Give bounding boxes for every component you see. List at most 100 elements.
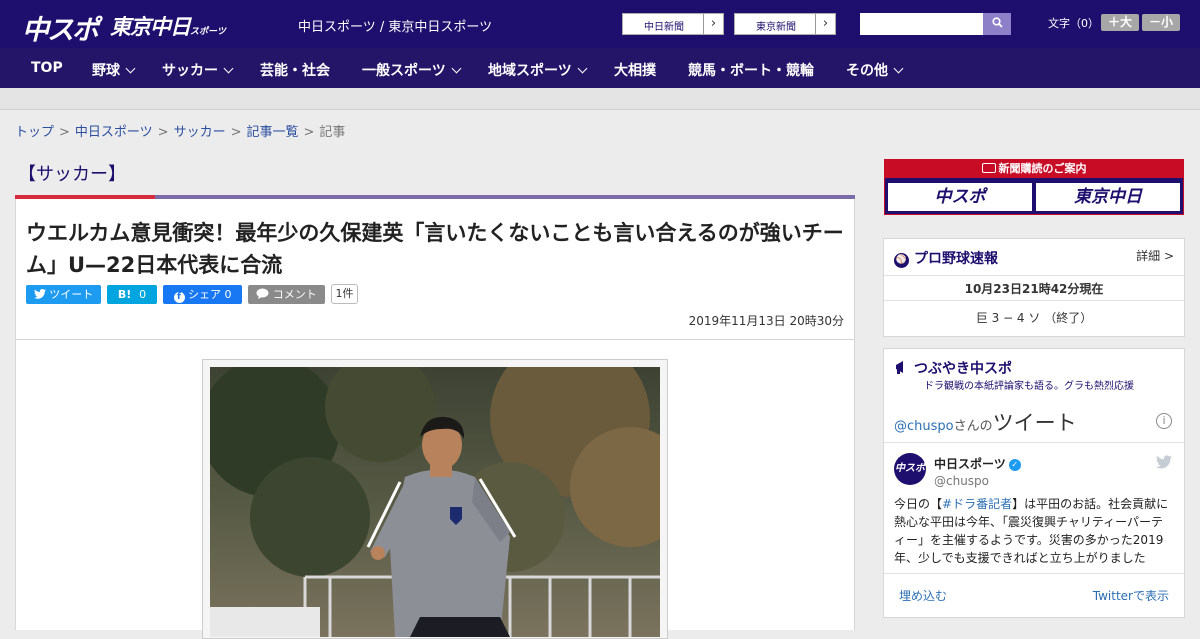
baseball-icon: ⚾: [894, 253, 909, 268]
accent-line: [15, 195, 155, 199]
chevron-down-icon: [223, 63, 234, 74]
chuspo-logo[interactable]: 中スポ: [22, 8, 99, 47]
view-on-twitter-link[interactable]: Twitterで表示: [1093, 587, 1169, 604]
facebook-share-button[interactable]: f シェア 0: [163, 285, 242, 304]
nav-item-label: 芸能・社会: [260, 63, 330, 79]
hatena-count: 0: [139, 288, 147, 301]
chevron-down-icon: [577, 63, 588, 74]
tweet-text: 今日の【#ドラ番記者】は平田のお話。社会貢献に熱心な平田は今年、「震災復興チャリ…: [894, 495, 1174, 569]
article-category: 【サッカー】: [18, 164, 126, 185]
article-headline: ウエルカム意見衝突！最年少の久保建英「言いたくないことも言い合えるのが強いチーム…: [26, 221, 844, 277]
breadcrumb-separator: >: [230, 125, 242, 140]
newspaper-icon: [981, 163, 996, 173]
twitter-timeline-header: @chuspoさんのツイート: [894, 407, 1077, 437]
tweet-button[interactable]: ツイート: [26, 285, 101, 304]
twitter-bird-icon[interactable]: [1156, 455, 1172, 469]
baseball-detail-link[interactable]: 詳細 >: [1136, 247, 1174, 264]
search-icon: [991, 17, 1003, 28]
paper-link-label: 中日新聞: [644, 22, 684, 33]
divider: [884, 442, 1184, 443]
nav-item-label: 大相撲: [614, 63, 656, 79]
accent-line: [155, 195, 855, 199]
subscribe-chuspo-logo[interactable]: 中スポ: [888, 183, 1032, 211]
speech-bubble-icon: [256, 288, 269, 299]
sub-nav-bar: [0, 88, 1200, 110]
chevron-right-icon: ›: [703, 14, 723, 34]
article-photo[interactable]: [210, 367, 660, 637]
tweet-account-handle[interactable]: @chuspo: [934, 474, 989, 488]
comment-count[interactable]: 1件: [331, 284, 358, 304]
breadcrumb-article-list[interactable]: 記事一覧: [247, 125, 299, 140]
nav-item-racing[interactable]: 競馬・ボート・競輪: [688, 60, 814, 80]
breadcrumb-top[interactable]: トップ: [15, 125, 54, 140]
tweets-panel-title: つぶやき中スポ: [894, 358, 1012, 378]
nav-item-label: その他: [846, 63, 888, 79]
embed-link[interactable]: 埋め込む: [899, 587, 947, 604]
nav-item-general-sports[interactable]: 一般スポーツ: [362, 60, 462, 80]
subscription-title: 新聞購読のご案内: [885, 160, 1183, 178]
nav-item-top[interactable]: TOP: [31, 60, 63, 76]
nav-item-label: 地域スポーツ: [488, 63, 572, 79]
facebook-share-label: シェア 0: [188, 288, 232, 301]
verified-badge-icon: ✓: [1008, 459, 1021, 471]
timeline-handle-suffix: さんの: [953, 419, 993, 434]
facebook-icon: f: [173, 292, 185, 303]
nav-item-label: 一般スポーツ: [362, 63, 446, 79]
divider: [884, 275, 1184, 276]
font-smaller-button[interactable]: －小: [1142, 14, 1180, 31]
megaphone-icon: [896, 361, 903, 374]
nav-item-label: TOP: [31, 60, 63, 76]
breadcrumb: トップ > 中日スポーツ > サッカー > 記事一覧 > 記事: [15, 121, 345, 140]
chuspo-avatar[interactable]: 中スポ: [894, 453, 926, 485]
breadcrumb-separator: >: [59, 125, 70, 140]
paper-link-label: 東京新聞: [756, 22, 796, 33]
tokyo-logo-text: 東京中日: [110, 15, 191, 39]
breadcrumb-chunichi-sports[interactable]: 中日スポーツ: [75, 125, 153, 140]
tokyo-chunichi-logo[interactable]: 東京中日スポーツ: [110, 11, 226, 41]
breadcrumb-soccer[interactable]: サッカー: [174, 125, 226, 140]
divider: [884, 300, 1184, 301]
comment-button[interactable]: コメント: [248, 285, 325, 304]
chevron-right-icon: ›: [815, 14, 835, 34]
nav-item-local-sports[interactable]: 地域スポーツ: [488, 60, 588, 80]
baseball-panel-title: ⚾ プロ野球速報: [894, 248, 998, 268]
baseball-scores-panel: ⚾ プロ野球速報 詳細 > 10月23日21時42分現在 巨 3 − 4 ソ （終…: [883, 238, 1185, 337]
baseball-title-text: プロ野球速報: [914, 251, 998, 267]
nav-item-soccer[interactable]: サッカー: [162, 60, 234, 80]
tokyo-shimbun-link[interactable]: 東京新聞 ›: [734, 13, 836, 35]
player-photo-illustration: [210, 367, 660, 637]
nav-item-other[interactable]: その他: [846, 60, 904, 80]
font-bigger-button[interactable]: ＋大: [1101, 14, 1139, 31]
tweets-panel: つぶやき中スポ ドラ観戦の本紙評論家も語る。グラも熱烈応援 @chuspoさんの…: [883, 348, 1185, 618]
tokyo-logo-small: スポーツ: [190, 27, 226, 37]
newspaper-subscription-banner[interactable]: 新聞購読のご案内 中スポ 東京中日: [884, 159, 1184, 215]
tweet-account-name[interactable]: 中日スポーツ ✓: [934, 455, 1021, 472]
nav-item-label: サッカー: [162, 63, 218, 79]
tweet-text-before: 今日の【: [894, 497, 943, 511]
chevron-down-icon: [451, 63, 462, 74]
breadcrumb-current: 記事: [319, 125, 346, 140]
twitter-bird-icon: [33, 289, 46, 299]
breadcrumb-separator: >: [157, 125, 169, 140]
subscription-title-text: 新聞購読のご案内: [998, 162, 1087, 175]
divider: [884, 573, 1184, 574]
font-size-label: 文字（0）: [1048, 17, 1099, 30]
hatena-bookmark-button[interactable]: B! 0: [107, 285, 157, 304]
tweets-title-text: つぶやき中スポ: [914, 361, 1012, 377]
info-icon[interactable]: i: [1156, 413, 1172, 429]
nav-item-sumo[interactable]: 大相撲: [614, 60, 656, 80]
site-title: 中日スポーツ / 東京中日スポーツ: [298, 20, 493, 35]
search-input[interactable]: [860, 13, 983, 35]
main-nav: TOP 野球 サッカー 芸能・社会 一般スポーツ 地域スポーツ 大相撲 競馬・ボ…: [0, 48, 1200, 88]
baseball-timestamp: 10月23日21時42分現在: [964, 282, 1104, 296]
chunichi-shimbun-link[interactable]: 中日新聞 ›: [622, 13, 724, 35]
nav-item-entertainment[interactable]: 芸能・社会: [260, 60, 330, 80]
account-name-text: 中日スポーツ: [934, 457, 1006, 471]
baseball-score[interactable]: 巨 3 − 4 ソ （終了）: [884, 309, 1184, 326]
tweet-hashtag-link[interactable]: #ドラ番記者: [942, 497, 1012, 511]
timeline-handle-link[interactable]: @chuspo: [894, 419, 954, 434]
search-button[interactable]: [983, 13, 1011, 35]
subscribe-tokyo-chunichi-logo[interactable]: 東京中日: [1036, 183, 1180, 211]
chevron-down-icon: [125, 63, 136, 74]
nav-item-baseball[interactable]: 野球: [92, 60, 136, 80]
